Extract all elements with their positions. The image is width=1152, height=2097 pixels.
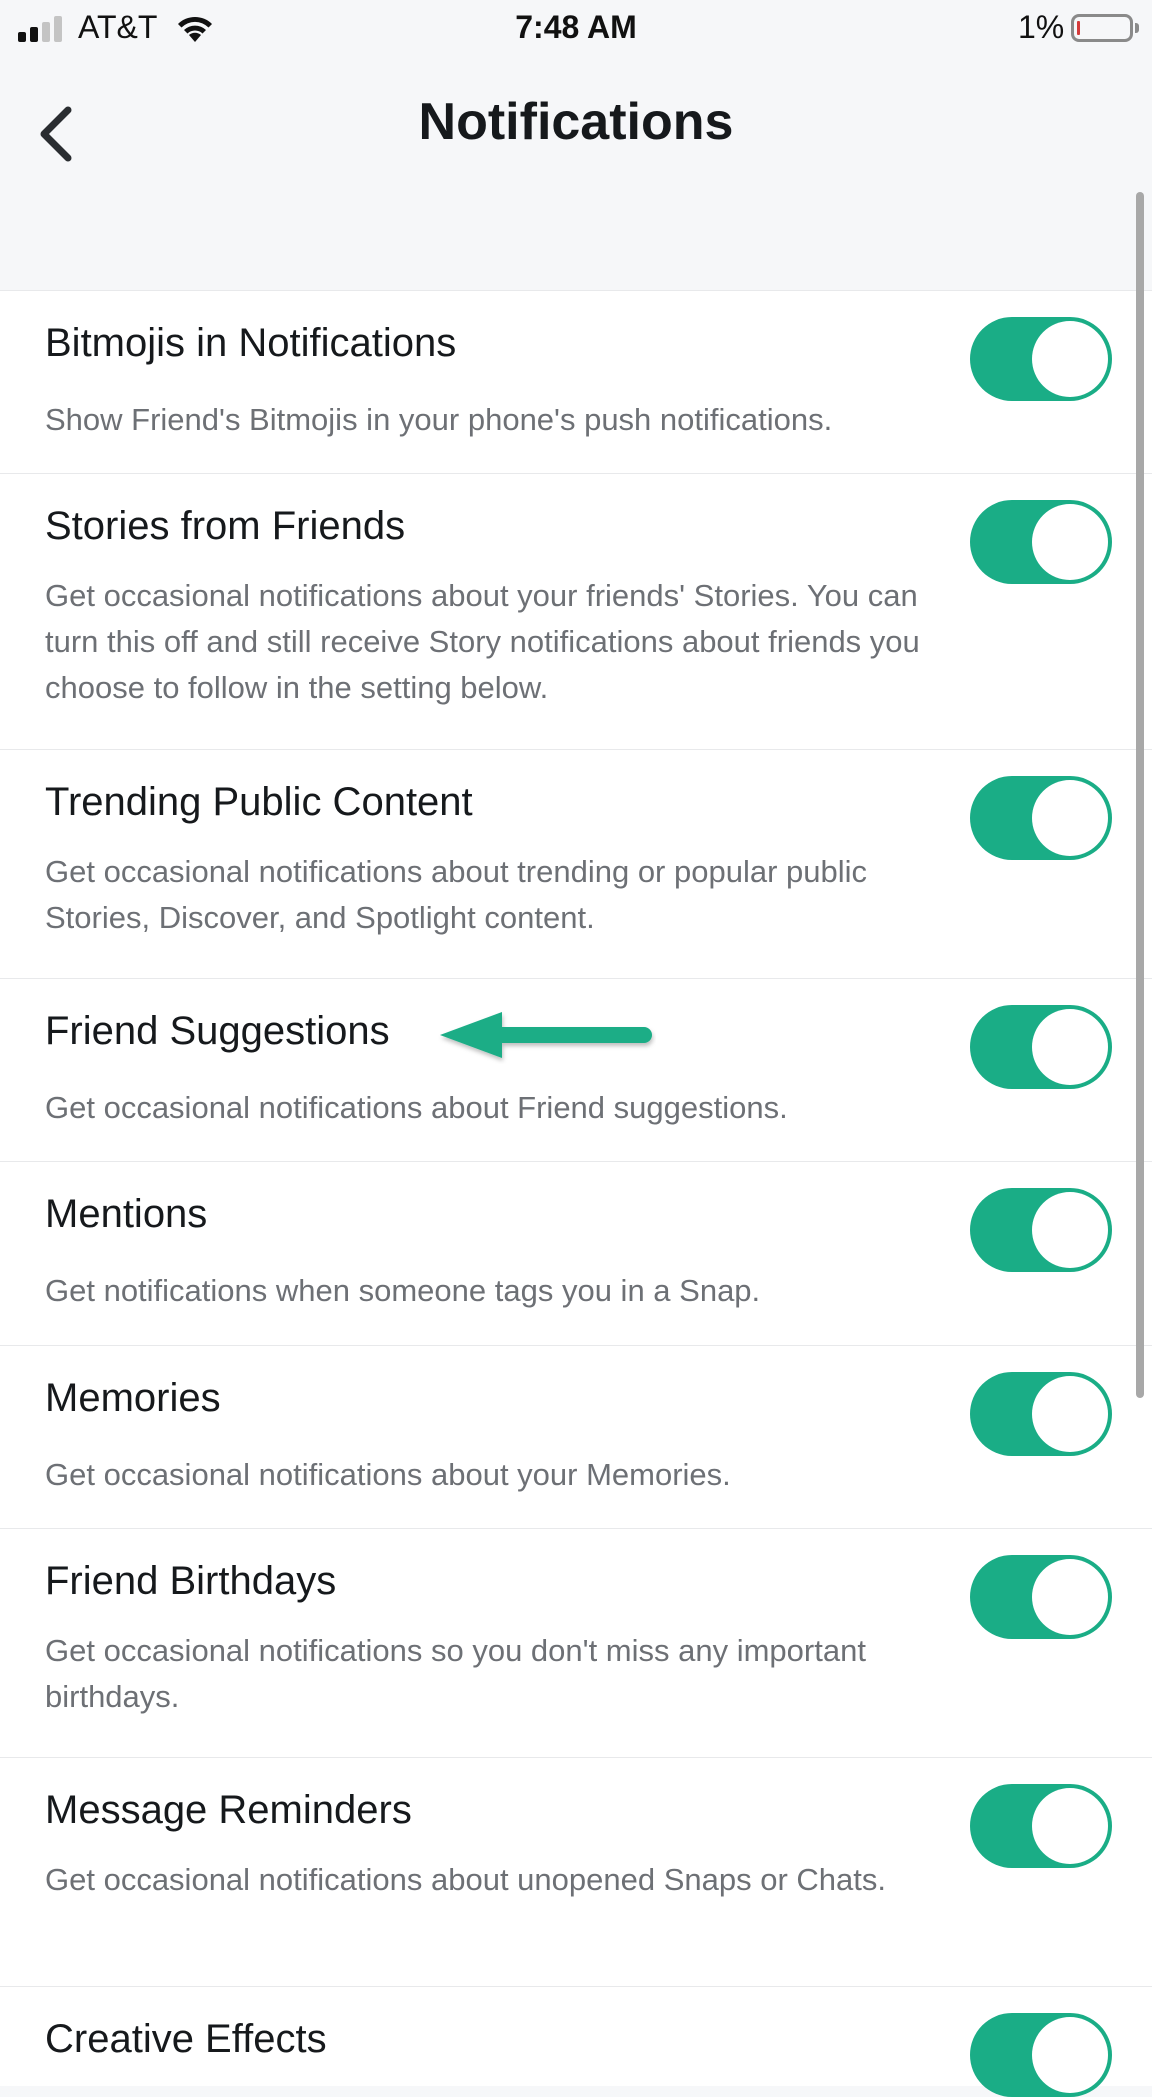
setting-description: Get notifications when someone tags you … <box>45 1273 761 1308</box>
setting-description: Get occasional notifications about your … <box>45 1457 731 1492</box>
toggle-memories[interactable] <box>970 1372 1112 1456</box>
setting-description: Get occasional notifications so you don'… <box>45 1633 866 1714</box>
setting-title: Friend Birthdays <box>45 1559 337 1603</box>
setting-row-creative-effects: Creative Effects <box>0 1986 1152 2097</box>
toggle-knob <box>1032 1192 1108 1268</box>
battery-nub <box>1135 23 1139 33</box>
setting-row-friend-birthdays: Friend Birthdays Get occasional notifica… <box>0 1528 1152 1757</box>
toggle-knob <box>1032 321 1108 397</box>
setting-row-mentions: Mentions Get notifications when someone … <box>0 1161 1152 1345</box>
scrollbar[interactable] <box>1136 192 1144 1398</box>
setting-title: Trending Public Content <box>45 780 473 824</box>
clock: 7:48 AM <box>515 9 637 45</box>
toggle-bitmojis[interactable] <box>970 317 1112 401</box>
annotation-arrow-icon <box>440 1012 652 1058</box>
toggle-trending-public-content[interactable] <box>970 776 1112 860</box>
setting-title: Memories <box>45 1376 221 1420</box>
toggle-knob <box>1032 1559 1108 1635</box>
battery-level <box>1077 21 1080 35</box>
setting-description: Get occasional notifications about trend… <box>45 854 868 935</box>
toggle-mentions[interactable] <box>970 1188 1112 1272</box>
setting-title: Mentions <box>45 1192 208 1236</box>
setting-title: Friend Suggestions <box>45 1009 390 1053</box>
setting-title: Stories from Friends <box>45 504 406 548</box>
setting-title: Message Reminders <box>45 1788 412 1832</box>
toggle-knob <box>1032 780 1108 856</box>
status-bar: AT&T 7:48 AM 1% <box>0 0 1152 58</box>
nav-header: Notifications <box>0 58 1152 290</box>
toggle-friend-birthdays[interactable] <box>970 1555 1112 1639</box>
toggle-creative-effects[interactable] <box>970 2013 1112 2097</box>
toggle-knob <box>1032 504 1108 580</box>
settings-list: Bitmojis in Notifications Show Friend's … <box>0 290 1152 2097</box>
toggle-knob <box>1032 1009 1108 1085</box>
setting-description: Get occasional notifications about unope… <box>45 1862 886 1897</box>
setting-row-bitmojis: Bitmojis in Notifications Show Friend's … <box>0 290 1152 473</box>
setting-row-friend-suggestions: Friend Suggestions Get occasional notifi… <box>0 978 1152 1161</box>
toggle-knob <box>1032 2017 1108 2093</box>
setting-title: Bitmojis in Notifications <box>45 321 457 365</box>
toggle-knob <box>1032 1376 1108 1452</box>
setting-title: Creative Effects <box>45 2017 327 2061</box>
page-title: Notifications <box>418 93 734 151</box>
battery-percent: 1% <box>1018 9 1065 45</box>
toggle-stories-from-friends[interactable] <box>970 500 1112 584</box>
toggle-message-reminders[interactable] <box>970 1784 1112 1868</box>
setting-row-message-reminders: Message Reminders Get occasional notific… <box>0 1757 1152 1986</box>
setting-description: Show Friend's Bitmojis in your phone's p… <box>45 402 833 437</box>
setting-row-trending-public-content: Trending Public Content Get occasional n… <box>0 749 1152 978</box>
setting-row-memories: Memories Get occasional notifications ab… <box>0 1345 1152 1528</box>
toggle-knob <box>1032 1788 1108 1864</box>
setting-description: Get occasional notifications about your … <box>45 578 920 705</box>
battery-icon <box>1071 14 1133 42</box>
setting-description: Get occasional notifications about Frien… <box>45 1090 788 1125</box>
setting-row-stories-from-friends: Stories from Friends Get occasional noti… <box>0 473 1152 749</box>
toggle-friend-suggestions[interactable] <box>970 1005 1112 1089</box>
